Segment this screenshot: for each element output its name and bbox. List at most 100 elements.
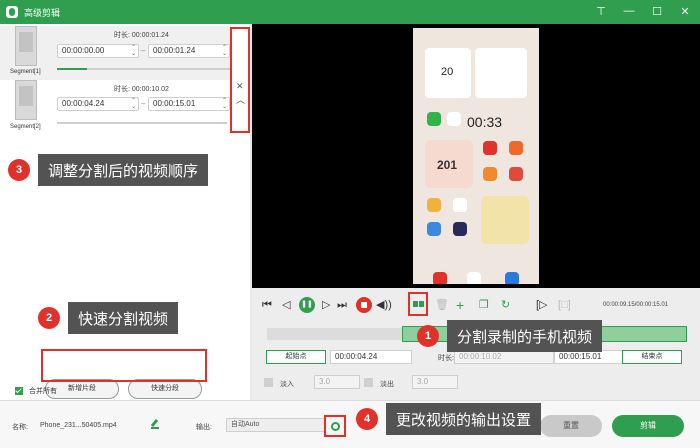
- output-label: 输出:: [196, 424, 212, 431]
- stop-button[interactable]: [356, 297, 372, 313]
- callout-2: 2 快速分割视频: [38, 302, 179, 334]
- segment-end-input[interactable]: 00:00:15.01 ⌃ ⌄: [148, 97, 230, 111]
- bottom-bar: 名称: Phone_231...50405.mp4 输出: 自动Auto 重置 …: [0, 400, 700, 448]
- qq-app-icon: [447, 112, 461, 126]
- spinner-icon[interactable]: ⌃ ⌄: [131, 45, 136, 57]
- time-readout: 00:00:09.15/00:00:15.01: [603, 302, 669, 308]
- segment-thumbnail: [15, 26, 37, 66]
- spinner-icon[interactable]: ⌃ ⌄: [222, 45, 227, 57]
- segment-duration: 时长: 00:00:01.24: [114, 32, 169, 39]
- segment-label: Segment[2]: [10, 124, 41, 130]
- quick-split-button[interactable]: 快速分段: [128, 379, 202, 399]
- skip-end-icon[interactable]: ⏭: [337, 298, 347, 312]
- step-forward-icon[interactable]: ▷: [322, 298, 330, 312]
- start-point-button[interactable]: 起始点: [266, 350, 326, 364]
- merge-all-option[interactable]: 合并所有: [15, 386, 57, 396]
- split-button[interactable]: [408, 292, 428, 316]
- segment-range-track: [57, 122, 227, 124]
- skip-start-icon[interactable]: ⏮: [262, 298, 272, 312]
- merge-all-checkbox[interactable]: [15, 387, 23, 395]
- app-icon: [453, 198, 467, 212]
- callout-text: 快速分割视频: [68, 302, 179, 334]
- dock-app-icon: [505, 272, 519, 284]
- callout-number: 4: [356, 408, 378, 430]
- app-icon: [427, 222, 441, 236]
- segment-end-input[interactable]: 00:00:01.24 ⌃ ⌄: [148, 44, 230, 58]
- app-icon: [483, 141, 497, 155]
- volume-icon[interactable]: ◀)): [376, 298, 392, 312]
- app-icon: [509, 167, 523, 181]
- video-preview: 20 00:33 201: [252, 24, 700, 288]
- rotate-icon[interactable]: ↻: [501, 298, 510, 312]
- fade-in-input[interactable]: 3.0: [314, 375, 360, 389]
- export-button[interactable]: 剪辑: [612, 415, 684, 437]
- app-icon: [509, 141, 523, 155]
- close-icon[interactable]: ✕: [678, 4, 692, 18]
- callout-4: 4 更改视频的输出设置: [356, 403, 542, 435]
- range-dash: –: [141, 46, 146, 55]
- callout-number: 2: [38, 307, 60, 329]
- step-back-icon[interactable]: ◁: [282, 298, 290, 312]
- edit-name-icon[interactable]: [151, 419, 159, 429]
- name-label: 名称:: [12, 424, 28, 431]
- merge-all-label: 合并所有: [29, 388, 57, 395]
- callout-number: 1: [417, 325, 439, 347]
- segment-item-1[interactable]: Segment[1] 时长: 00:00:01.24 00:00:00.00 ⌃ ⌄…: [0, 26, 230, 80]
- minimize-icon[interactable]: —: [622, 4, 636, 18]
- segment-range-bar: [57, 68, 87, 70]
- delete-icon[interactable]: 🗑: [435, 298, 449, 312]
- callout-text: 更改视频的输出设置: [386, 403, 542, 435]
- callout-text: 调整分割后的视频顺序: [38, 154, 209, 186]
- phone-screen-frame: 20 00:33 201: [413, 28, 539, 284]
- mark-out-icon[interactable]: [□]: [558, 298, 571, 312]
- output-settings-button[interactable]: [324, 415, 346, 437]
- duration-input: 00:00:10.02: [454, 350, 554, 364]
- segment-thumbnail: [15, 80, 37, 120]
- phone-clock: 00:33: [467, 114, 503, 130]
- fade-out-checkbox[interactable]: [364, 378, 373, 387]
- fade-out-label: 淡出: [380, 381, 394, 388]
- pet-widget: [481, 196, 529, 244]
- start-time-input[interactable]: 00:00:04.24: [330, 350, 412, 364]
- wechat-app-icon: [427, 112, 441, 126]
- callout-number: 3: [8, 159, 30, 181]
- duration-label: 时长:: [438, 355, 454, 362]
- dock-app-icon: [467, 272, 481, 284]
- reset-button[interactable]: 重置: [540, 415, 602, 437]
- delete-segment-icon[interactable]: ✕: [236, 81, 244, 92]
- segment-start-input[interactable]: 00:00:04.24 ⌃ ⌄: [57, 97, 139, 111]
- split-buttons-highlight: [41, 349, 207, 382]
- spinner-icon[interactable]: ⌃ ⌄: [222, 98, 227, 110]
- clock-widget: 20: [425, 48, 471, 98]
- pin-icon[interactable]: ⊤: [594, 4, 608, 18]
- window-title: 高级剪辑: [24, 7, 61, 18]
- segment-range-track: [87, 68, 230, 70]
- fade-out-input[interactable]: 3.0: [412, 375, 458, 389]
- window-controls: ⊤ — ☐ ✕: [594, 4, 692, 18]
- range-dash: –: [141, 99, 146, 108]
- end-point-button[interactable]: 结束点: [622, 350, 682, 364]
- segment-start-input[interactable]: 00:00:00.00 ⌃ ⌄: [57, 44, 139, 58]
- callout-1: 1 分割录制的手机视频: [417, 320, 603, 352]
- segment-label: Segment[1]: [10, 69, 41, 75]
- spinner-icon[interactable]: ⌃ ⌄: [131, 98, 136, 110]
- app-icon: [427, 198, 441, 212]
- title-bar: 高级剪辑 ⊤ — ☐ ✕: [0, 0, 700, 24]
- copy-icon[interactable]: ❐: [479, 298, 489, 312]
- callout-text: 分割录制的手机视频: [447, 320, 603, 352]
- steps-count: 201: [437, 158, 458, 172]
- fade-in-checkbox[interactable]: [264, 378, 273, 387]
- reorder-controls: ✕ ︿: [230, 27, 250, 133]
- move-up-icon[interactable]: ︿: [236, 93, 245, 106]
- output-select[interactable]: 自动Auto: [226, 418, 326, 432]
- mark-in-icon[interactable]: [▷: [536, 298, 548, 312]
- pause-button[interactable]: ❚❚: [299, 297, 315, 313]
- maximize-icon[interactable]: ☐: [650, 4, 664, 18]
- add-icon[interactable]: +: [456, 298, 464, 312]
- segment-item-2[interactable]: Segment[2] 时长: 00:00:10.02 00:00:04.24 ⌃ ⌄…: [0, 80, 230, 134]
- calendar-widget: [475, 48, 527, 98]
- file-name: Phone_231...50405.mp4: [40, 422, 117, 429]
- left-pane: Segment[1] 时长: 00:00:01.24 00:00:00.00 ⌃ ⌄…: [0, 24, 250, 400]
- fade-in-label: 淡入: [280, 381, 294, 388]
- segment-duration: 时长: 00:00:10.02: [114, 86, 169, 93]
